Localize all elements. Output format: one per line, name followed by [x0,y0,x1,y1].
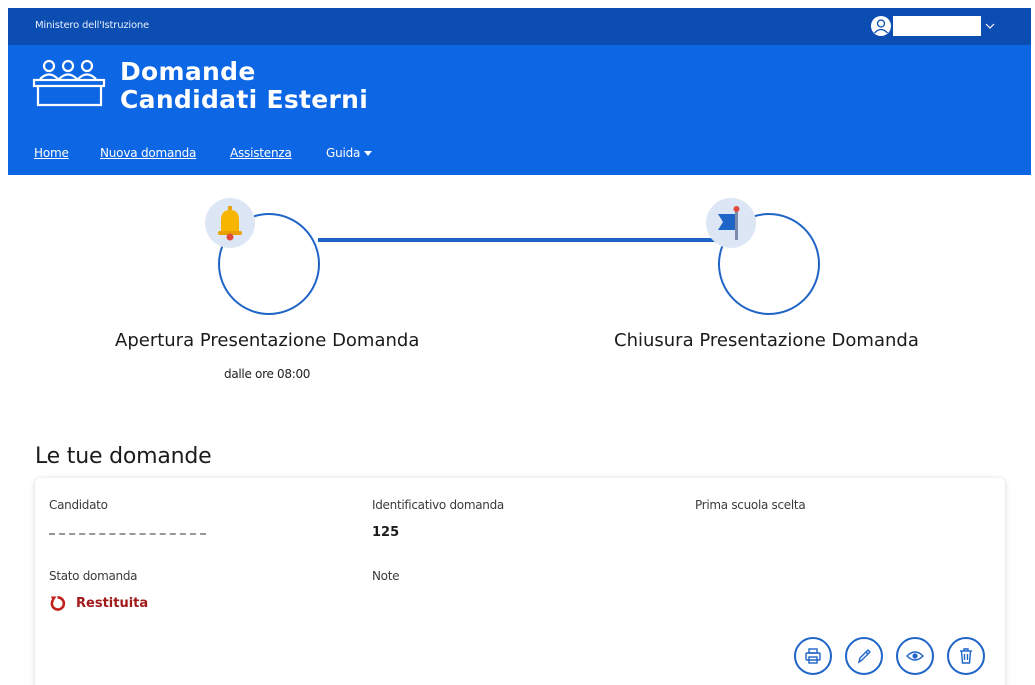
status-value: Restituita [76,596,149,611]
label-first-school: Prima scuola scelta [695,498,806,512]
brand-bar: Domande Candidati Esterni [8,45,1031,132]
candidates-logo-icon [32,59,106,107]
eye-icon [906,651,924,661]
nav-new-application[interactable]: Nuova domanda [100,146,196,160]
undo-icon [50,596,66,611]
nav-home[interactable]: Home [34,146,69,160]
chevron-down-icon[interactable] [985,21,995,31]
opening-time: dalle ore 08:00 [224,367,311,381]
card-actions [794,637,998,675]
timeline-connector [318,238,728,242]
user-name-redacted [893,16,981,36]
ministry-name: Ministero dell'Istruzione [35,20,149,31]
bell-badge [205,198,255,248]
label-notes: Note [372,569,400,583]
user-icon [871,16,891,36]
status-badge: Restituita [49,595,148,612]
nav-assistance[interactable]: Assistenza [230,146,292,160]
print-button[interactable] [794,637,832,675]
app-title-line1: Domande [120,57,256,86]
delete-button[interactable] [947,637,985,675]
print-icon [805,648,821,664]
flag-icon [718,206,740,240]
pencil-icon [857,649,871,664]
bell-icon [218,206,242,241]
label-candidate: Candidato [49,498,108,512]
label-status: Stato domanda [49,569,138,583]
caret-down-icon [364,151,373,156]
flag-badge [706,198,756,248]
top-bar: Ministero dell'Istruzione [8,8,1031,45]
view-button[interactable] [896,637,934,675]
nav-guide-label: Guida [326,146,361,160]
trash-icon [960,648,972,664]
section-title: Le tue domande [35,444,212,469]
nav-guide-dropdown[interactable]: Guida [326,146,373,160]
application-id-value: 125 [372,525,400,540]
app-title: Domande Candidati Esterni [120,58,368,114]
main-nav: Home Nuova domanda Assistenza Guida [8,132,1031,175]
label-application-id: Identificativo domanda [372,498,504,512]
candidate-name-redacted [49,533,206,539]
user-menu[interactable] [871,16,995,36]
application-card: Candidato Identificativo domanda 125 Pri… [35,478,1005,685]
opening-title: Apertura Presentazione Domanda [115,330,420,351]
edit-button[interactable] [845,637,883,675]
closing-title: Chiusura Presentazione Domanda [614,330,919,351]
app-title-line2: Candidati Esterni [120,85,369,114]
